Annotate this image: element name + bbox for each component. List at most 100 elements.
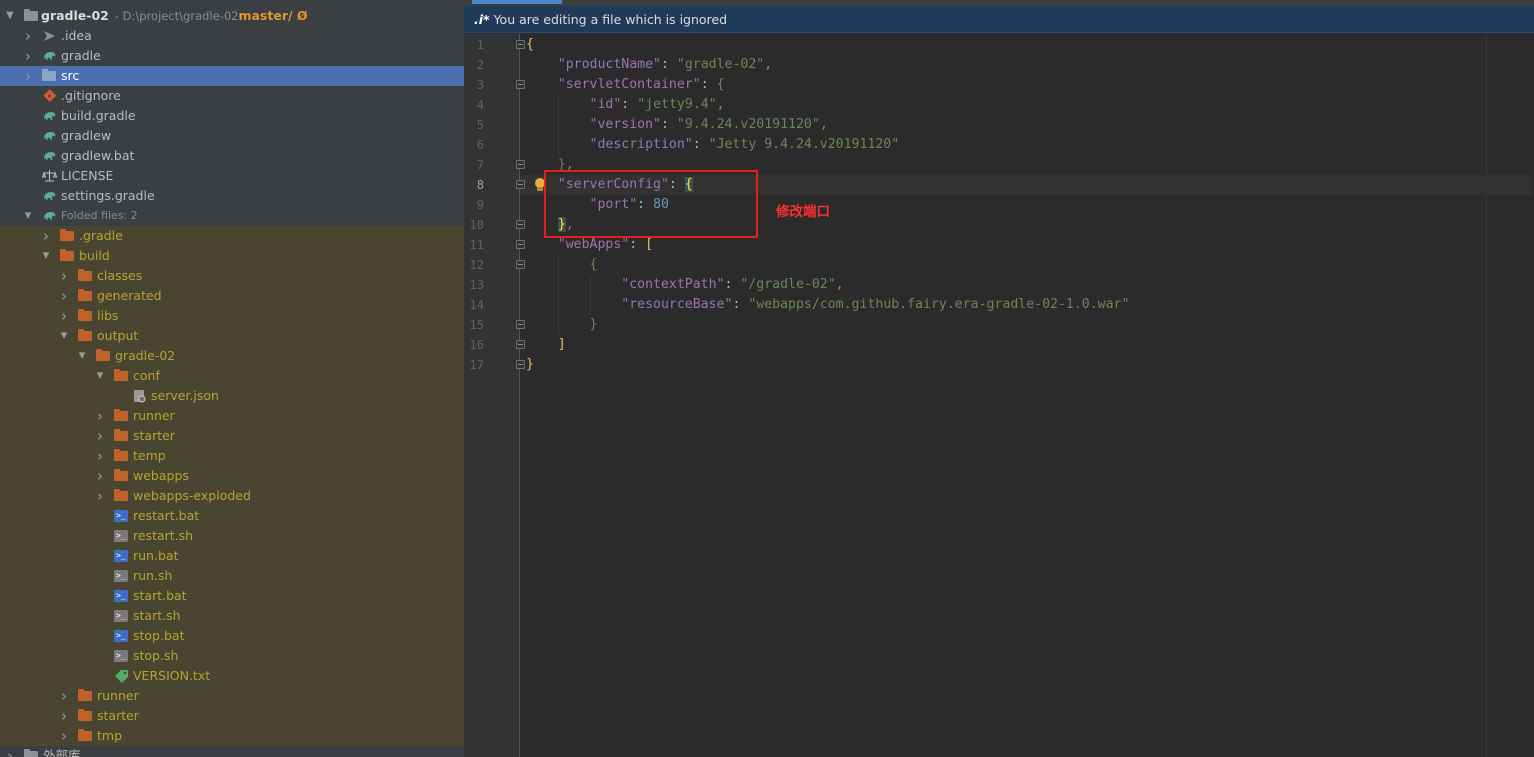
tree-item[interactable]: LICENSE bbox=[0, 166, 464, 186]
line-number[interactable]: 13 bbox=[464, 275, 484, 295]
line-number[interactable]: 17 bbox=[464, 355, 484, 375]
chevron-down-icon[interactable]: ▾ bbox=[94, 366, 106, 386]
line-number[interactable]: 3 bbox=[464, 75, 484, 95]
line-number[interactable]: 6 bbox=[464, 135, 484, 155]
chevron-down-icon[interactable]: ▼ bbox=[4, 6, 16, 26]
line-number[interactable]: 14 bbox=[464, 295, 484, 315]
fold-marker-icon[interactable] bbox=[516, 260, 525, 269]
chevron-right-icon[interactable]: › bbox=[94, 426, 106, 446]
code-line[interactable]: "description": "Jetty 9.4.24.v20191120" bbox=[526, 135, 900, 155]
tree-item[interactable]: › runner bbox=[0, 406, 464, 426]
line-number[interactable]: 7 bbox=[464, 155, 484, 175]
tree-item[interactable]: >_ run.sh bbox=[0, 566, 464, 586]
chevron-down-icon[interactable]: ▾ bbox=[58, 326, 70, 346]
chevron-right-icon[interactable]: › bbox=[58, 286, 70, 306]
tree-item[interactable]: › starter bbox=[0, 426, 464, 446]
tree-item[interactable]: › temp bbox=[0, 446, 464, 466]
fold-marker-icon[interactable] bbox=[516, 320, 525, 329]
code-line[interactable]: "servletContainer": { bbox=[526, 75, 725, 95]
tree-item[interactable]: ▾ Folded files: 2 bbox=[0, 206, 464, 226]
tree-item[interactable]: › 外部库 bbox=[0, 746, 464, 757]
tree-item[interactable]: › webapps bbox=[0, 466, 464, 486]
active-tab-indicator[interactable] bbox=[472, 0, 562, 4]
line-number[interactable]: 11 bbox=[464, 235, 484, 255]
fold-marker-icon[interactable] bbox=[516, 80, 525, 89]
tree-item[interactable]: › .idea bbox=[0, 26, 464, 46]
chevron-right-icon[interactable]: › bbox=[4, 746, 16, 757]
chevron-right-icon[interactable]: › bbox=[58, 306, 70, 326]
chevron-right-icon[interactable]: › bbox=[22, 46, 34, 66]
chevron-right-icon[interactable]: › bbox=[94, 486, 106, 506]
tree-item[interactable]: › webapps-exploded bbox=[0, 486, 464, 506]
code-line[interactable]: { bbox=[526, 35, 534, 55]
tree-item[interactable]: › src bbox=[0, 66, 464, 86]
tree-item[interactable]: ▾ conf bbox=[0, 366, 464, 386]
code-area[interactable]: { "productName": "gradle-02", "servletCo… bbox=[520, 34, 1532, 757]
tree-item[interactable]: >_ start.bat bbox=[0, 586, 464, 606]
code-line[interactable]: "contextPath": "/gradle-02", bbox=[526, 275, 843, 295]
code-line[interactable]: "productName": "gradle-02", bbox=[526, 55, 772, 75]
fold-marker-icon[interactable] bbox=[516, 40, 525, 49]
tree-item[interactable]: >_ start.sh bbox=[0, 606, 464, 626]
tree-item[interactable]: server.json bbox=[0, 386, 464, 406]
code-line[interactable]: "id": "jetty9.4", bbox=[526, 95, 725, 115]
chevron-right-icon[interactable]: › bbox=[94, 446, 106, 466]
code-line[interactable]: { bbox=[526, 255, 598, 275]
chevron-right-icon[interactable]: › bbox=[58, 706, 70, 726]
chevron-right-icon[interactable]: › bbox=[40, 226, 52, 246]
tree-item[interactable]: >_ run.bat bbox=[0, 546, 464, 566]
line-number[interactable]: 16 bbox=[464, 335, 484, 355]
line-number[interactable]: 8 bbox=[464, 175, 484, 195]
tree-item[interactable]: settings.gradle bbox=[0, 186, 464, 206]
line-number[interactable]: 5 bbox=[464, 115, 484, 135]
tree-item[interactable]: build.gradle bbox=[0, 106, 464, 126]
line-number[interactable]: 9 bbox=[464, 195, 484, 215]
code-line[interactable]: "webApps": [ bbox=[526, 235, 653, 255]
fold-marker-icon[interactable] bbox=[516, 220, 525, 229]
chevron-right-icon[interactable]: › bbox=[94, 406, 106, 426]
project-root-row[interactable]: ▼ gradle-02 - D:\project\gradle-02master/… bbox=[0, 6, 464, 26]
line-number[interactable]: 4 bbox=[464, 95, 484, 115]
tree-item[interactable]: ▾ build bbox=[0, 246, 464, 266]
code-line[interactable]: } bbox=[526, 315, 598, 335]
code-line[interactable]: ] bbox=[526, 335, 566, 355]
tree-item[interactable]: >_ restart.sh bbox=[0, 526, 464, 546]
chevron-right-icon[interactable]: › bbox=[58, 266, 70, 286]
code-line[interactable]: "resourceBase": "webapps/com.github.fair… bbox=[526, 295, 1129, 315]
fold-marker-icon[interactable] bbox=[516, 360, 525, 369]
code-line[interactable]: } bbox=[526, 355, 534, 375]
tree-item[interactable]: gradlew.bat bbox=[0, 146, 464, 166]
tree-item[interactable]: › tmp bbox=[0, 726, 464, 746]
tree-item[interactable]: >_ restart.bat bbox=[0, 506, 464, 526]
line-number[interactable]: 1 bbox=[464, 35, 484, 55]
fold-marker-icon[interactable] bbox=[516, 160, 525, 169]
tree-item[interactable]: ▾ gradle-02 bbox=[0, 346, 464, 366]
tree-item[interactable]: › libs bbox=[0, 306, 464, 326]
tree-item[interactable]: gradlew bbox=[0, 126, 464, 146]
line-number[interactable]: 10 bbox=[464, 215, 484, 235]
chevron-down-icon[interactable]: ▾ bbox=[22, 206, 34, 226]
fold-marker-icon[interactable] bbox=[516, 340, 525, 349]
tree-item[interactable]: › classes bbox=[0, 266, 464, 286]
tree-item[interactable]: › generated bbox=[0, 286, 464, 306]
tree-item[interactable]: ▾ output bbox=[0, 326, 464, 346]
code-line[interactable]: "version": "9.4.24.v20191120", bbox=[526, 115, 828, 135]
tree-item[interactable]: >_ stop.sh bbox=[0, 646, 464, 666]
chevron-right-icon[interactable]: › bbox=[22, 66, 34, 86]
line-number[interactable]: 12 bbox=[464, 255, 484, 275]
tree-item[interactable]: › runner bbox=[0, 686, 464, 706]
tree-item[interactable]: › gradle bbox=[0, 46, 464, 66]
tree-item[interactable]: >_ stop.bat bbox=[0, 626, 464, 646]
tree-item[interactable]: › .gradle bbox=[0, 226, 464, 246]
chevron-down-icon[interactable]: ▾ bbox=[40, 246, 52, 266]
chevron-right-icon[interactable]: › bbox=[58, 726, 70, 746]
tree-item[interactable]: › starter bbox=[0, 706, 464, 726]
fold-marker-icon[interactable] bbox=[516, 240, 525, 249]
line-number[interactable]: 2 bbox=[464, 55, 484, 75]
chevron-down-icon[interactable]: ▾ bbox=[76, 346, 88, 366]
fold-marker-icon[interactable] bbox=[516, 180, 525, 189]
line-number[interactable]: 15 bbox=[464, 315, 484, 335]
chevron-right-icon[interactable]: › bbox=[58, 686, 70, 706]
tree-item[interactable]: .gitignore bbox=[0, 86, 464, 106]
chevron-right-icon[interactable]: › bbox=[22, 26, 34, 46]
